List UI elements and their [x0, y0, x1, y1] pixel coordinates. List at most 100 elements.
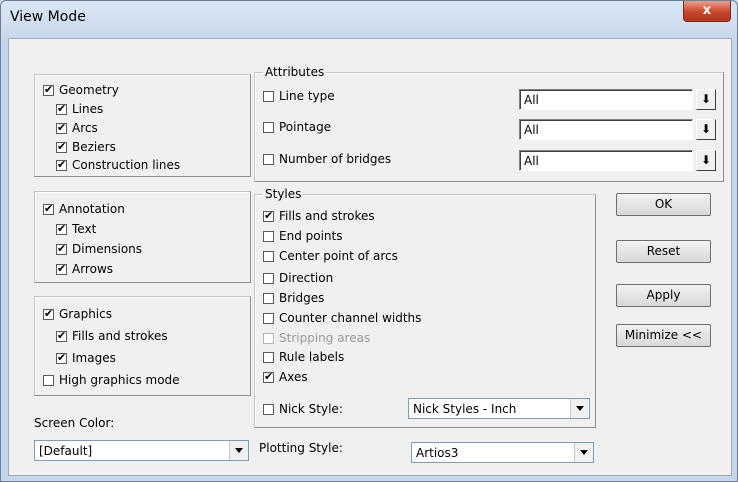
annotation-label: Annotation	[59, 202, 125, 216]
style-item-label: Center point of arcs	[279, 249, 398, 263]
pointage-check-icon	[263, 121, 274, 133]
dialog-body: Geometry Lines Arcs Beziers Construction…	[8, 38, 732, 476]
pointage-label: Pointage	[279, 120, 332, 134]
style-check-icon	[263, 332, 274, 344]
arrows-checkbox[interactable]: Arrows	[56, 262, 113, 276]
arcs-label: Arcs	[72, 121, 98, 135]
line-type-check-icon	[263, 90, 274, 102]
screen-color-label: Screen Color:	[34, 416, 115, 430]
plotting-style-label: Plotting Style:	[259, 441, 343, 455]
construction-lines-check-icon	[56, 158, 67, 172]
style-item[interactable]: Rule labels	[263, 350, 344, 364]
style-check-icon	[263, 312, 274, 324]
screen-color-value: [Default]	[39, 444, 93, 458]
beziers-checkbox[interactable]: Beziers	[56, 140, 116, 154]
dimensions-check-icon	[56, 242, 67, 256]
lines-label: Lines	[72, 102, 104, 116]
window-title: View Mode	[10, 9, 86, 25]
style-item[interactable]: Axes	[263, 370, 308, 384]
geometry-group: Geometry Lines Arcs Beziers Construction…	[34, 74, 251, 177]
dimensions-checkbox[interactable]: Dimensions	[56, 242, 142, 256]
pointage-down-arrow-icon[interactable]	[696, 119, 716, 140]
nick-style-dropdown[interactable]: Nick Styles - Inch	[408, 398, 590, 419]
dimensions-label: Dimensions	[72, 242, 143, 256]
style-item[interactable]: End points	[263, 229, 342, 243]
images-label: Images	[72, 351, 116, 365]
close-button[interactable]: x	[683, 1, 731, 22]
style-item-label: Rule labels	[279, 350, 345, 364]
arcs-check-icon	[56, 121, 67, 135]
text-checkbox[interactable]: Text	[56, 222, 96, 236]
style-item[interactable]: Center point of arcs	[263, 249, 398, 263]
line-type-checkbox[interactable]: Line type	[263, 89, 335, 103]
attributes-legend: Attributes	[263, 65, 327, 79]
line-type-field[interactable]: All	[519, 89, 693, 110]
style-item-label: End points	[279, 229, 343, 243]
pointage-value: All	[524, 123, 539, 137]
images-checkbox[interactable]: Images	[56, 351, 116, 365]
construction-lines-label: Construction lines	[72, 158, 181, 172]
bridges-count-check-icon	[263, 153, 274, 165]
apply-button[interactable]: Apply	[616, 284, 711, 307]
style-item[interactable]: Stripping areas	[263, 331, 370, 345]
chevron-down-icon[interactable]	[570, 399, 589, 418]
text-label: Text	[72, 222, 97, 236]
view-mode-dialog: View Mode x Geometry Lines Arcs Beziers	[0, 0, 738, 482]
high-graphics-label: High graphics mode	[59, 373, 180, 387]
style-check-icon	[263, 209, 274, 223]
attributes-group: Attributes Line type All Pointage All Nu…	[254, 65, 724, 182]
bridges-count-down-arrow-icon[interactable]	[696, 150, 716, 171]
bridges-count-field[interactable]: All	[519, 150, 693, 171]
graphics-checkbox[interactable]: Graphics	[43, 307, 112, 321]
graphics-label: Graphics	[59, 307, 112, 321]
graphics-fills-checkbox[interactable]: Fills and strokes	[56, 329, 168, 343]
arrows-label: Arrows	[72, 262, 114, 276]
style-check-icon	[263, 370, 274, 384]
pointage-checkbox[interactable]: Pointage	[263, 120, 331, 134]
nick-style-checkbox[interactable]: Nick Style:	[263, 402, 343, 416]
nick-style-label: Nick Style:	[279, 402, 343, 416]
lines-checkbox[interactable]: Lines	[56, 102, 103, 116]
arrows-check-icon	[56, 262, 67, 276]
line-type-down-arrow-icon[interactable]	[696, 89, 716, 110]
geometry-check-icon	[43, 83, 54, 97]
style-item[interactable]: Fills and strokes	[263, 209, 375, 223]
styles-group: Styles Fills and strokes End points Cent…	[254, 187, 596, 428]
nick-style-check-icon	[263, 403, 274, 415]
nick-style-value: Nick Styles - Inch	[413, 402, 517, 416]
style-check-icon	[263, 351, 274, 363]
geometry-checkbox[interactable]: Geometry	[43, 83, 119, 97]
ok-button[interactable]: OK	[616, 193, 711, 216]
plotting-style-value: Artios3	[416, 446, 459, 460]
annotation-group: Annotation Text Dimensions Arrows	[34, 191, 251, 283]
chevron-down-icon[interactable]	[574, 443, 593, 462]
bridges-count-checkbox[interactable]: Number of bridges	[263, 152, 391, 166]
reset-button[interactable]: Reset	[616, 240, 711, 263]
screen-color-dropdown[interactable]: [Default]	[34, 440, 249, 461]
graphics-group: Graphics Fills and strokes Images High g…	[34, 296, 251, 396]
style-item-label: Stripping areas	[279, 331, 371, 345]
high-graphics-checkbox[interactable]: High graphics mode	[43, 373, 180, 387]
styles-legend: Styles	[263, 187, 304, 201]
style-item-label: Direction	[279, 271, 334, 285]
annotation-checkbox[interactable]: Annotation	[43, 202, 125, 216]
beziers-label: Beziers	[72, 140, 116, 154]
style-check-icon	[263, 292, 274, 304]
minimize-button[interactable]: Minimize <<	[616, 324, 711, 347]
style-item[interactable]: Counter channel widths	[263, 311, 421, 325]
arcs-checkbox[interactable]: Arcs	[56, 121, 98, 135]
pointage-field[interactable]: All	[519, 119, 693, 140]
style-item[interactable]: Direction	[263, 271, 333, 285]
annotation-check-icon	[43, 202, 54, 216]
style-item-label: Axes	[279, 370, 308, 384]
style-item-label: Bridges	[279, 291, 325, 305]
chevron-down-icon[interactable]	[229, 441, 248, 460]
construction-lines-checkbox[interactable]: Construction lines	[56, 158, 180, 172]
style-item-label: Counter channel widths	[279, 311, 422, 325]
plotting-style-dropdown[interactable]: Artios3	[411, 442, 594, 463]
geometry-label: Geometry	[59, 83, 119, 97]
style-item[interactable]: Bridges	[263, 291, 324, 305]
style-item-label: Fills and strokes	[279, 209, 375, 223]
line-type-value: All	[524, 93, 539, 107]
bridges-count-value: All	[524, 154, 539, 168]
